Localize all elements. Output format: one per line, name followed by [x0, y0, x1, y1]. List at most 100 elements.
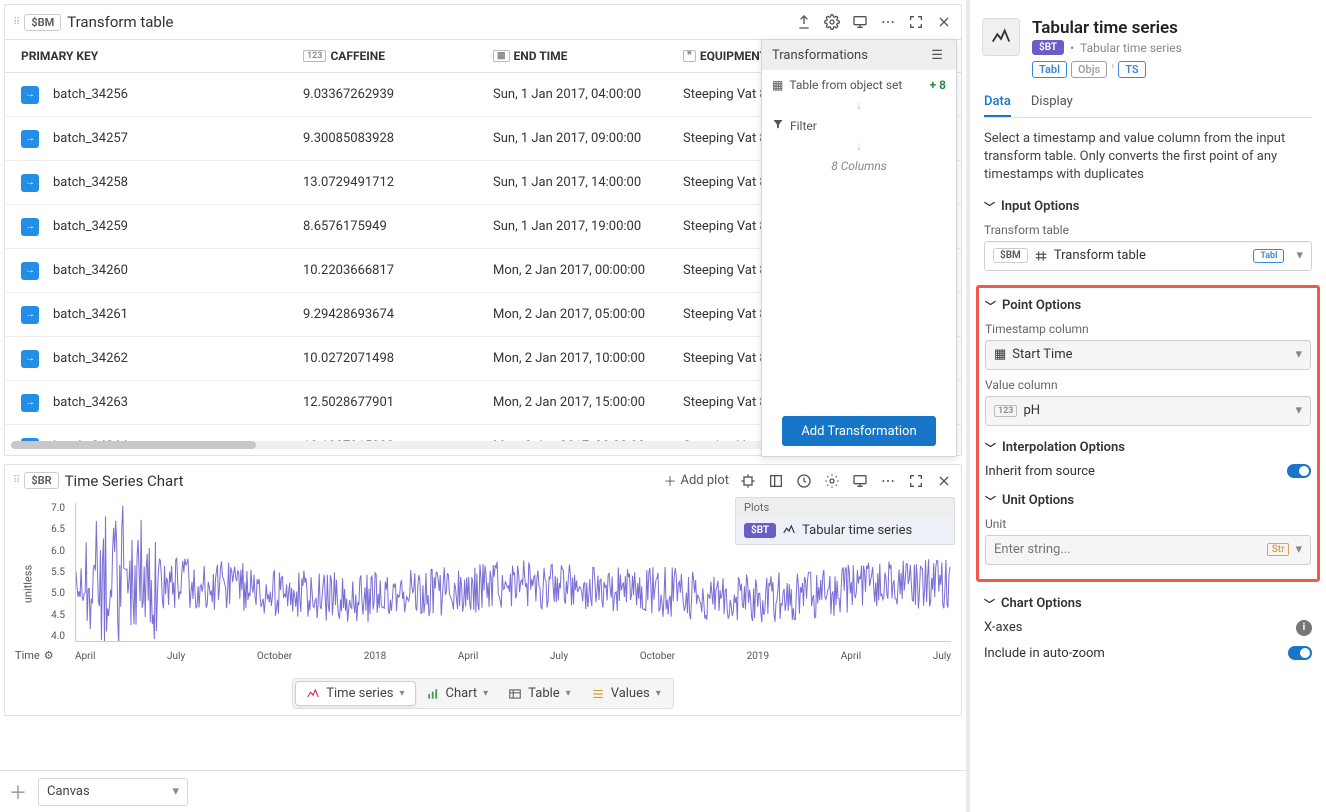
- filter-icon: [772, 118, 784, 133]
- value-column-selector[interactable]: 123 pH▾: [985, 396, 1311, 426]
- right-panel-title: Tabular time series: [1032, 18, 1182, 38]
- monitor-icon[interactable]: [851, 13, 869, 31]
- panel-icon[interactable]: [767, 472, 785, 490]
- canvas-selector[interactable]: Canvas▾: [38, 778, 188, 806]
- row-icon: →: [21, 394, 39, 412]
- string-type-chip: ❞: [683, 50, 696, 62]
- view-chart-button[interactable]: Chart▾: [416, 681, 499, 706]
- monitor-icon[interactable]: [851, 472, 869, 490]
- gear-icon[interactable]: [823, 472, 841, 490]
- chart-view-toolbar: Time series▾ Chart▾ Table▾ Values▾: [5, 672, 961, 715]
- tab-display[interactable]: Display: [1031, 88, 1073, 117]
- gear-icon[interactable]: ⚙: [44, 649, 54, 662]
- target-icon[interactable]: [739, 472, 757, 490]
- section-point-options[interactable]: ﹀Point Options: [985, 298, 1311, 314]
- add-transformation-button[interactable]: Add Transformation: [782, 416, 936, 446]
- plots-popover: Plots $BT Tabular time series: [735, 497, 955, 545]
- gear-icon[interactable]: [823, 13, 841, 31]
- add-plot-button[interactable]: ＋ Add plot: [663, 471, 729, 490]
- timestamp-column-label: Timestamp column: [985, 322, 1311, 336]
- time-axis-label[interactable]: Time ⚙: [15, 649, 54, 662]
- arrow-down-icon: ↓: [772, 98, 946, 112]
- unit-dropdown-caret[interactable]: ▾: [1295, 542, 1302, 557]
- chart-plot-area[interactable]: unitless 7.06.56.05.55.04.54.0 AprilJuly…: [5, 497, 961, 672]
- close-icon[interactable]: [935, 472, 953, 490]
- transform-table-label: Transform table: [984, 223, 1312, 237]
- auto-zoom-toggle[interactable]: [1288, 646, 1312, 660]
- section-unit-options[interactable]: ﹀Unit Options: [985, 493, 1311, 509]
- add-canvas-button[interactable]: ＋: [6, 779, 30, 805]
- inherit-from-source-label: Inherit from source: [985, 464, 1095, 479]
- right-panel-subtype: Tabular time series: [1080, 41, 1182, 55]
- auto-zoom-label: Include in auto-zoom: [984, 646, 1105, 661]
- fullscreen-icon[interactable]: [907, 13, 925, 31]
- table-set-icon: ▦: [772, 78, 783, 92]
- value-column-label: Value column: [985, 378, 1311, 392]
- unit-input-container: Str ▾: [985, 535, 1311, 565]
- number-type-chip: 123: [303, 50, 326, 62]
- arrow-down-icon: ↓: [772, 139, 946, 153]
- row-icon: →: [21, 262, 39, 280]
- right-panel-description: Select a timestamp and value column from…: [982, 130, 1314, 185]
- transform-table-selector[interactable]: $BM Transform table Tabl ▾: [984, 241, 1312, 271]
- filter-transformation[interactable]: Filter: [772, 118, 946, 133]
- timestamp-column-selector[interactable]: ▦ Start Time▾: [985, 340, 1311, 370]
- table-panel-title: Transform table: [67, 13, 173, 31]
- column-end-time[interactable]: ▦END TIME: [485, 49, 675, 63]
- column-caffeine[interactable]: 123CAFFEINE: [295, 49, 485, 63]
- tag-tabl[interactable]: Tabl: [1032, 61, 1067, 78]
- bt-badge: $BT: [1032, 40, 1064, 55]
- view-values-button[interactable]: Values▾: [581, 681, 671, 706]
- table-badge: $BM: [24, 14, 61, 31]
- number-type-chip: 123: [994, 405, 1017, 417]
- plots-label: Plots: [736, 498, 954, 517]
- table-from-object-set[interactable]: ▦ Table from object set + 8: [772, 78, 946, 92]
- columns-count: 8 Columns: [772, 159, 946, 173]
- x-axis-ticks: AprilJulyOctober2018AprilJulyOctober2019…: [75, 651, 951, 662]
- transformations-title: Transformations: [772, 48, 868, 63]
- row-icon: →: [21, 218, 39, 236]
- tag-objs[interactable]: Objs: [1071, 61, 1107, 78]
- fullscreen-icon[interactable]: [907, 472, 925, 490]
- section-interpolation-options[interactable]: ﹀Interpolation Options: [985, 440, 1311, 456]
- row-icon: →: [21, 174, 39, 192]
- date-type-chip: ▦: [493, 50, 510, 62]
- x-axes-label: X-axes: [984, 620, 1022, 635]
- tab-data[interactable]: Data: [984, 88, 1011, 117]
- upload-icon[interactable]: [795, 13, 813, 31]
- y-axis-ticks: 7.06.56.05.55.04.54.0: [15, 503, 65, 642]
- table-panel-header: ⠿ $BM Transform table: [5, 5, 961, 39]
- inherit-toggle[interactable]: [1287, 464, 1311, 478]
- tag-ts[interactable]: TS: [1118, 61, 1145, 78]
- section-chart-options[interactable]: ﹀Chart Options: [984, 596, 1312, 612]
- view-table-button[interactable]: Table▾: [498, 681, 581, 706]
- unit-input[interactable]: [994, 542, 1261, 557]
- row-icon: →: [21, 86, 39, 104]
- transformations-popover: Transformations ☰ ▦ Table from object se…: [761, 39, 957, 457]
- str-type-chip: Str: [1267, 543, 1290, 556]
- row-icon: →: [21, 306, 39, 324]
- more-icon[interactable]: [879, 13, 897, 31]
- canvas-footer: ＋ Canvas▾: [0, 770, 966, 812]
- info-icon[interactable]: i: [1296, 620, 1312, 636]
- chart-panel-header: ⠿ $BR Time Series Chart ＋ Add plot: [5, 465, 961, 497]
- chart-badge: $BR: [24, 472, 58, 489]
- plus-columns-badge: + 8: [930, 78, 946, 92]
- unit-label: Unit: [985, 517, 1311, 531]
- plot-item-tabular[interactable]: $BT Tabular time series: [736, 517, 954, 544]
- row-icon: →: [21, 350, 39, 368]
- close-icon[interactable]: [935, 13, 953, 31]
- clock-icon[interactable]: [795, 472, 813, 490]
- chart-panel-title: Time Series Chart: [65, 472, 184, 490]
- calendar-icon: ▦: [994, 347, 1006, 362]
- column-primary-key[interactable]: PRIMARY KEY: [5, 49, 295, 63]
- more-icon[interactable]: [879, 472, 897, 490]
- drag-handle-icon[interactable]: ⠿: [13, 17, 18, 28]
- drag-handle-icon[interactable]: ⠿: [13, 475, 18, 486]
- row-icon: →: [21, 130, 39, 148]
- chart-type-icon: [982, 18, 1020, 56]
- highlighted-options-region: ﹀Point Options Timestamp column ▦ Start …: [976, 285, 1320, 582]
- transformations-menu-icon[interactable]: ☰: [928, 46, 946, 64]
- view-time-series-button[interactable]: Time series▾: [295, 681, 415, 706]
- section-input-options[interactable]: ﹀Input Options: [984, 199, 1312, 215]
